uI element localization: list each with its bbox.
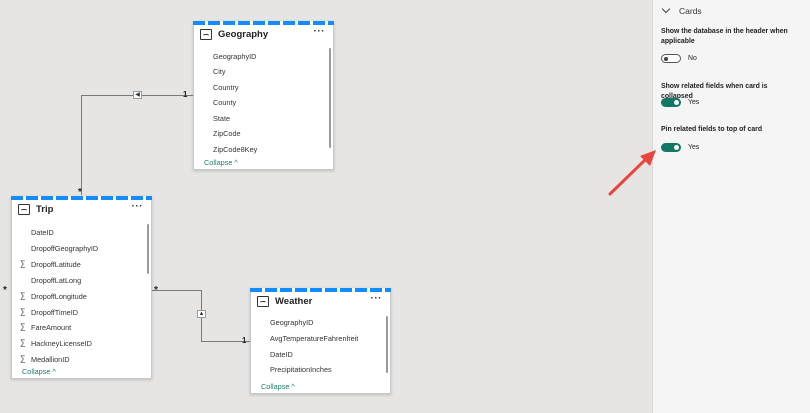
field-item[interactable]: FareAmount xyxy=(31,323,71,332)
sum-icon: ∑ xyxy=(20,259,26,268)
toggle-knob xyxy=(674,145,679,150)
toggle-knob xyxy=(664,56,668,61)
scrollbar[interactable] xyxy=(147,224,149,274)
more-options-icon[interactable]: ··· xyxy=(371,293,383,304)
table-card-geography[interactable]: Geography ··· GeographyID City Country C… xyxy=(193,21,334,170)
relationship-line-geo-trip-vertical[interactable] xyxy=(81,95,82,195)
table-title: Geography xyxy=(218,29,269,40)
toggle-show-database[interactable] xyxy=(661,54,681,63)
card-header-stripe xyxy=(11,196,152,200)
card-header[interactable]: Weather ··· xyxy=(251,293,390,313)
section-title: Cards xyxy=(679,6,702,16)
sum-icon: ∑ xyxy=(20,354,26,363)
toggle-knob xyxy=(674,100,679,105)
relationship-line-weather-trip-a[interactable] xyxy=(152,290,202,291)
table-card-trip[interactable]: Trip ··· DateID DropoffGeographyID ∑ Dro… xyxy=(11,196,152,379)
table-icon xyxy=(257,296,269,307)
sum-icon: ∑ xyxy=(20,322,26,331)
card-header[interactable]: Geography ··· xyxy=(194,26,333,46)
relationship-one-label: 1 xyxy=(242,336,247,345)
field-item[interactable]: Country xyxy=(213,83,239,92)
field-item[interactable]: GeographyID xyxy=(213,52,256,61)
card-header-stripe xyxy=(193,21,334,25)
collapse-button[interactable]: Collapse ^ xyxy=(22,367,56,376)
field-item[interactable]: ZipCode8Key xyxy=(213,145,257,154)
card-header-stripe xyxy=(250,288,391,292)
collapse-button[interactable]: Collapse ^ xyxy=(204,158,238,167)
sum-icon: ∑ xyxy=(20,338,26,347)
field-item[interactable]: DropoffTimeID xyxy=(31,308,78,317)
table-title: Trip xyxy=(36,204,54,215)
setting-label-show-related-fields: Show related fields when card is collaps… xyxy=(661,83,768,100)
field-item[interactable]: DateID xyxy=(270,350,293,359)
field-item[interactable]: City xyxy=(213,67,226,76)
model-canvas[interactable]: ◀ 1 * ▲ * 1 * Geography ··· GeographyID … xyxy=(0,0,652,413)
field-item[interactable]: ZipCode xyxy=(213,129,241,138)
table-card-weather[interactable]: Weather ··· GeographyID AvgTemperatureFa… xyxy=(250,288,391,394)
setting-label-pin-related-fields: Pin related fields to top of card xyxy=(661,126,763,133)
relationship-many-label: * xyxy=(3,285,7,296)
field-item[interactable]: MedallionID xyxy=(31,355,70,364)
field-item[interactable]: DateID xyxy=(31,228,54,237)
field-item[interactable]: DropoffGeographyID xyxy=(31,244,98,253)
toggle-pin-related-fields[interactable] xyxy=(661,143,681,152)
table-title: Weather xyxy=(275,296,313,307)
relationship-one-label: 1 xyxy=(183,90,188,99)
field-item[interactable]: HackneyLicenseID xyxy=(31,339,92,348)
field-item[interactable]: State xyxy=(213,114,230,123)
field-item[interactable]: DropoffLatLong xyxy=(31,276,81,285)
field-item[interactable]: AvgTemperatureFahrenheit xyxy=(270,334,358,343)
relationship-many-label: * xyxy=(154,285,158,296)
field-item[interactable]: PrecipitationInches xyxy=(270,365,332,374)
properties-panel: Cards Show the database in the header wh… xyxy=(652,0,810,413)
field-item[interactable]: County xyxy=(213,98,236,107)
toggle-state-text: No xyxy=(688,55,697,62)
relationship-direction-icon: ◀ xyxy=(133,91,142,99)
more-options-icon[interactable]: ··· xyxy=(132,201,144,212)
table-icon xyxy=(200,29,212,40)
collapse-button[interactable]: Collapse ^ xyxy=(261,382,295,391)
scrollbar[interactable] xyxy=(329,48,331,148)
sum-icon: ∑ xyxy=(20,307,26,316)
table-icon xyxy=(18,204,30,215)
cards-section-header[interactable]: Cards xyxy=(661,4,702,16)
card-header[interactable]: Trip ··· xyxy=(12,201,151,221)
more-options-icon[interactable]: ··· xyxy=(314,26,326,37)
relationship-direction-icon: ▲ xyxy=(197,310,206,318)
sum-icon: ∑ xyxy=(20,291,26,300)
chevron-down-icon xyxy=(661,4,671,14)
field-item[interactable]: DropoffLatitude xyxy=(31,260,81,269)
toggle-state-text: Yes xyxy=(688,144,700,151)
scrollbar[interactable] xyxy=(386,316,388,373)
field-item[interactable]: DropoffLongitude xyxy=(31,292,87,301)
field-item[interactable]: GeographyID xyxy=(270,318,313,327)
toggle-show-related-fields[interactable] xyxy=(661,98,681,107)
setting-label-show-database: Show the database in the header when app… xyxy=(661,28,788,45)
toggle-state-text: Yes xyxy=(688,99,700,106)
